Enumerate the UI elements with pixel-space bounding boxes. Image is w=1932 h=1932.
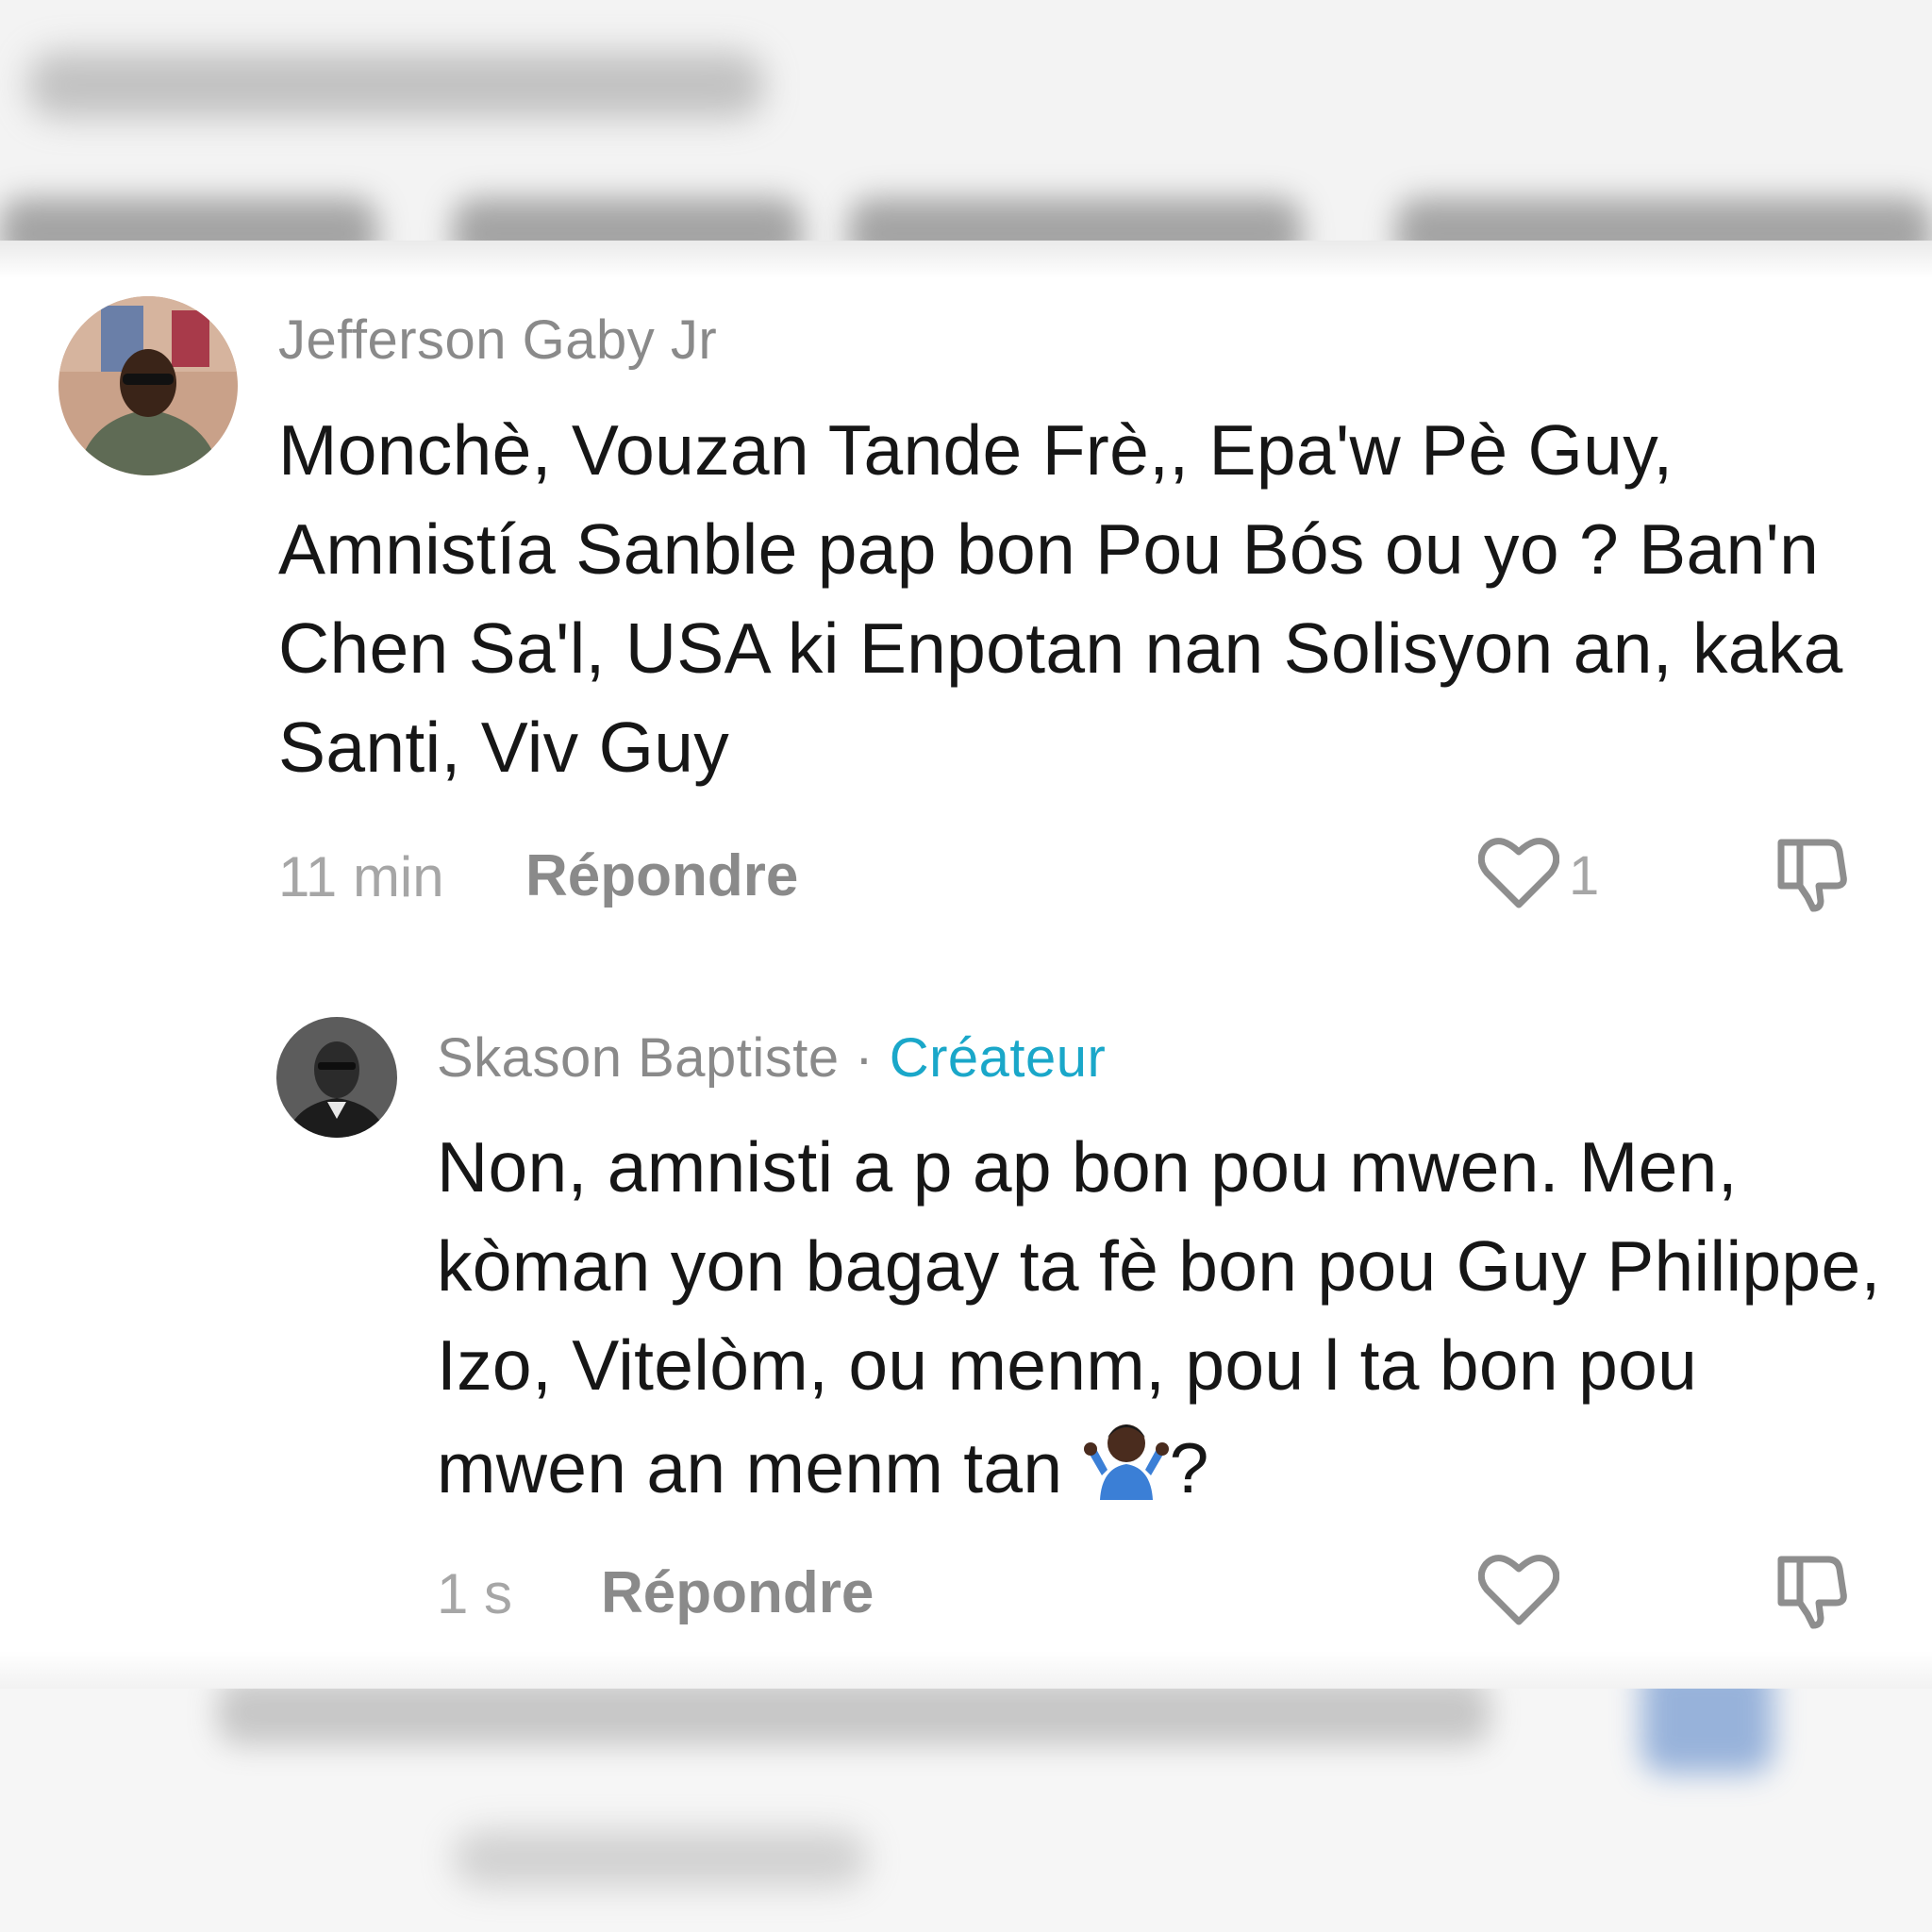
avatar[interactable]	[276, 1017, 397, 1138]
username[interactable]: Jefferson Gaby Jr	[278, 308, 717, 372]
comment-text-suffix: ?	[1169, 1428, 1209, 1507]
creator-badge: Créateur	[889, 1027, 1107, 1089]
heart-outline-icon[interactable]	[1478, 835, 1559, 910]
blurred-footer	[0, 1651, 1932, 1932]
timestamp: 11 min	[278, 845, 444, 908]
comment-text-wrap: Non, amnisti a p ap bon pou mwen. Men, k…	[437, 1118, 1894, 1518]
username-line: Skason Baptiste · Créateur	[437, 1026, 1106, 1090]
reply-button[interactable]: Répondre	[525, 842, 798, 909]
avatar[interactable]	[58, 296, 238, 475]
person-shrugging-emoji	[1083, 1424, 1169, 1500]
thumbs-down-icon[interactable]	[1774, 1552, 1851, 1629]
username[interactable]: Skason Baptiste	[437, 1027, 840, 1089]
heart-outline-icon[interactable]	[1478, 1552, 1559, 1627]
reply-button[interactable]: Répondre	[601, 1559, 874, 1626]
timestamp: 1 s	[437, 1562, 513, 1625]
thumbs-down-icon[interactable]	[1774, 835, 1851, 912]
comment-text: Monchè, Vouzan Tande Frè,, Epa'w Pè Guy,…	[278, 410, 1843, 787]
like-count: 1	[1569, 845, 1600, 907]
blurred-header	[0, 0, 1932, 278]
separator: ·	[855, 1027, 874, 1089]
